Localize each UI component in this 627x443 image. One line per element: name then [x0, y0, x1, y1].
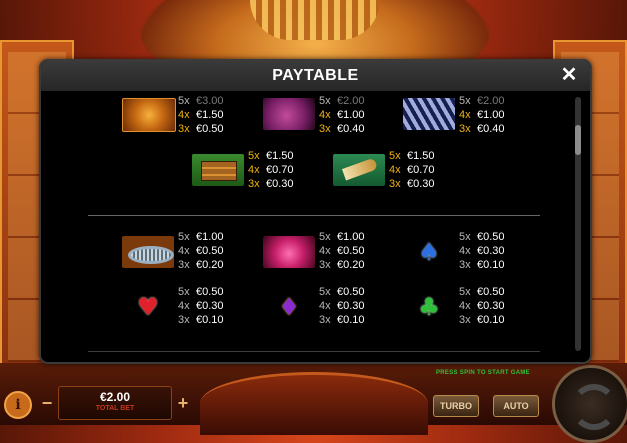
bracelet-pays: 5x €1.00 4x €0.50 3x €0.20 — [178, 231, 224, 271]
diamond-glyph: ♦ — [278, 293, 300, 321]
spin-button[interactable] — [552, 365, 627, 443]
bet-value: €2.00 — [99, 390, 131, 404]
diamond-symbol-icon: ♦ — [263, 291, 315, 323]
background-ornament — [250, 0, 380, 40]
rhino-pays: 5x €2.00 4x €1.00 3x €0.40 — [319, 95, 365, 135]
club-glyph: ♣ — [418, 293, 440, 321]
total-bet-display: €2.00 TOTAL BET — [58, 386, 172, 420]
heart-pays: 5x €0.50 4x €0.30 3x €0.10 — [178, 286, 224, 326]
heart-symbol-icon: ♥ — [122, 291, 174, 323]
modal-title: PAYTABLE — [272, 67, 359, 84]
info-button[interactable]: i — [4, 391, 32, 419]
spade-glyph: ♠ — [418, 238, 440, 266]
treasure-chest-pays: 5x €1.50 4x €0.70 3x €0.30 — [248, 150, 294, 190]
heart-glyph: ♥ — [137, 293, 159, 321]
bet-label: TOTAL BET — [95, 405, 135, 412]
rhino-symbol-icon — [263, 98, 315, 130]
scrollbar[interactable] — [575, 97, 581, 351]
decrease-bet-button[interactable]: − — [38, 391, 56, 415]
lion-pays: 5x €3.00 4x €1.50 3x €0.50 — [178, 95, 224, 135]
center-decor — [200, 372, 428, 435]
spade-symbol-icon: ♠ — [403, 236, 455, 268]
zebra-pays: 5x €2.00 4x €1.00 3x €0.40 — [459, 95, 505, 135]
lion-symbol-icon — [122, 98, 176, 132]
treasure-chest-symbol-icon — [192, 154, 244, 186]
section-divider — [88, 215, 540, 216]
flower-symbol-icon — [263, 236, 315, 268]
close-icon[interactable]: ✕ — [558, 64, 580, 86]
spin-hint: PRESS SPIN TO START GAME — [436, 370, 530, 376]
club-pays: 5x €0.50 4x €0.30 3x €0.10 — [459, 286, 505, 326]
turbo-button[interactable]: TURBO — [433, 395, 479, 417]
auto-button[interactable]: AUTO — [493, 395, 539, 417]
diamond-pays: 5x €0.50 4x €0.30 3x €0.10 — [319, 286, 365, 326]
scroll-thumb[interactable] — [575, 125, 581, 155]
section-divider-bottom — [88, 351, 540, 352]
increase-bet-button[interactable]: + — [174, 391, 192, 415]
horn-pays: 5x €1.50 4x €0.70 3x €0.30 — [389, 150, 435, 190]
spade-pays: 5x €0.50 4x €0.30 3x €0.10 — [459, 231, 505, 271]
paytable-modal: PAYTABLE ✕ 5x €3.00 4x €1.50 3x €0.50 5x €2.… — [39, 59, 592, 364]
horn-symbol-icon — [333, 154, 385, 186]
club-symbol-icon: ♣ — [403, 291, 455, 323]
modal-header: PAYTABLE ✕ — [41, 61, 590, 91]
zebra-symbol-icon — [403, 98, 455, 130]
bracelet-symbol-icon — [122, 236, 174, 268]
flower-pays: 5x €1.00 4x €0.50 3x €0.20 — [319, 231, 365, 271]
